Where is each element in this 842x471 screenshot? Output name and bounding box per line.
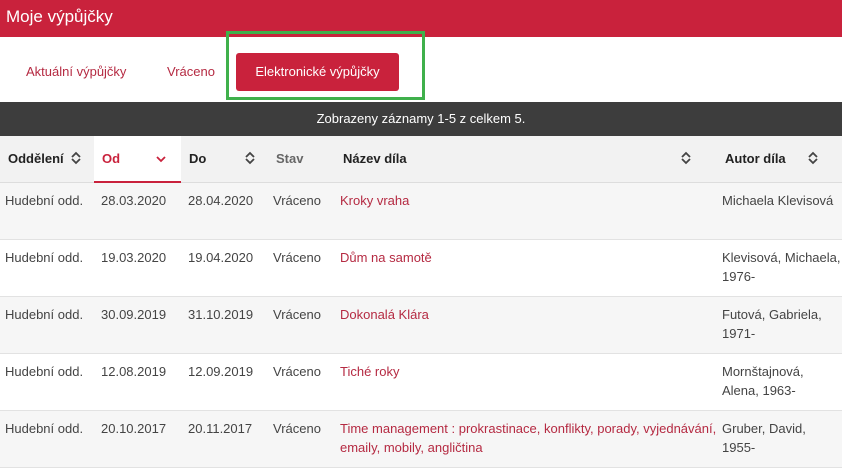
- cell-from: 12.08.2019: [94, 353, 181, 411]
- cell-author: Gruber, David, 1955-: [717, 410, 842, 468]
- cell-to: 28.04.2020: [181, 182, 268, 240]
- column-header-author[interactable]: Autor díla: [717, 136, 842, 183]
- table-row: Hudební odd. 28.03.2020 28.04.2020 Vráce…: [0, 182, 842, 240]
- column-header-from[interactable]: Od: [94, 136, 181, 183]
- column-header-status-label: Stav: [276, 151, 304, 167]
- sort-icon: [808, 151, 818, 165]
- cell-title: Kroky vraha: [335, 182, 717, 240]
- cell-from: 19.03.2020: [94, 239, 181, 297]
- cell-status: Vráceno: [268, 182, 335, 240]
- column-header-department[interactable]: Oddělení: [0, 136, 94, 183]
- column-header-department-label: Oddělení: [8, 151, 64, 167]
- loan-tabs: Aktuální výpůjčky Vráceno Elektronické v…: [0, 31, 842, 102]
- column-header-title-label: Název díla: [343, 151, 407, 167]
- cell-to: 20.11.2017: [181, 410, 268, 468]
- cell-author: Mornštajnová, Alena, 1963-: [717, 353, 842, 411]
- cell-author: Klevisová, Michaela, 1976-: [717, 239, 842, 297]
- table-row: Hudební odd. 19.03.2020 19.04.2020 Vráce…: [0, 239, 842, 297]
- cell-status: Vráceno: [268, 353, 335, 411]
- table-row: Hudební odd. 30.09.2019 31.10.2019 Vráce…: [0, 296, 842, 354]
- sort-icon: [245, 151, 255, 165]
- column-header-to-label: Do: [189, 151, 207, 167]
- sort-desc-icon: [156, 156, 166, 163]
- table-header-row: Oddělení Od Do Stav Název díla Autor díl…: [0, 136, 842, 183]
- column-header-status: Stav: [268, 136, 335, 183]
- title-link[interactable]: Dům na samotě: [340, 250, 432, 265]
- column-header-from-label: Od: [102, 151, 121, 166]
- cell-status: Vráceno: [268, 239, 335, 297]
- title-link[interactable]: Kroky vraha: [340, 193, 409, 208]
- loans-table: Oddělení Od Do Stav Název díla Autor díl…: [0, 136, 842, 468]
- records-info: Zobrazeny záznamy 1-5 z celkem 5.: [0, 102, 842, 136]
- tab-returned[interactable]: Vráceno: [167, 53, 215, 91]
- title-link[interactable]: Dokonalá Klára: [340, 307, 429, 322]
- tab-electronic-loans[interactable]: Elektronické výpůjčky: [236, 53, 399, 91]
- cell-department: Hudební odd.: [0, 353, 94, 411]
- cell-department: Hudební odd.: [0, 410, 94, 468]
- cell-title: Time management : prokrastinace, konflik…: [335, 410, 717, 468]
- table-row: Hudební odd. 12.08.2019 12.09.2019 Vráce…: [0, 353, 842, 411]
- cell-from: 20.10.2017: [94, 410, 181, 468]
- sort-icon: [681, 151, 691, 165]
- cell-department: Hudební odd.: [0, 182, 94, 240]
- cell-from: 30.09.2019: [94, 296, 181, 354]
- tab-current-loans[interactable]: Aktuální výpůjčky: [26, 53, 126, 91]
- cell-title: Tiché roky: [335, 353, 717, 411]
- column-header-to[interactable]: Do: [181, 136, 268, 183]
- cell-title: Dokonalá Klára: [335, 296, 717, 354]
- page-title-bar: Moje výpůjčky: [0, 0, 842, 37]
- title-link[interactable]: Time management : prokrastinace, konflik…: [340, 421, 716, 455]
- column-header-title[interactable]: Název díla: [335, 136, 717, 183]
- cell-title: Dům na samotě: [335, 239, 717, 297]
- cell-from: 28.03.2020: [94, 182, 181, 240]
- cell-status: Vráceno: [268, 296, 335, 354]
- cell-author: Futová, Gabriela, 1971-: [717, 296, 842, 354]
- cell-author: Michaela Klevisová: [717, 182, 842, 240]
- cell-department: Hudební odd.: [0, 296, 94, 354]
- table-row: Hudební odd. 20.10.2017 20.11.2017 Vráce…: [0, 410, 842, 468]
- cell-status: Vráceno: [268, 410, 335, 468]
- cell-to: 31.10.2019: [181, 296, 268, 354]
- cell-to: 12.09.2019: [181, 353, 268, 411]
- title-link[interactable]: Tiché roky: [340, 364, 399, 379]
- sort-icon: [71, 151, 81, 165]
- column-header-author-label: Autor díla: [725, 151, 786, 167]
- page-title: Moje výpůjčky: [6, 7, 113, 26]
- cell-to: 19.04.2020: [181, 239, 268, 297]
- cell-department: Hudební odd.: [0, 239, 94, 297]
